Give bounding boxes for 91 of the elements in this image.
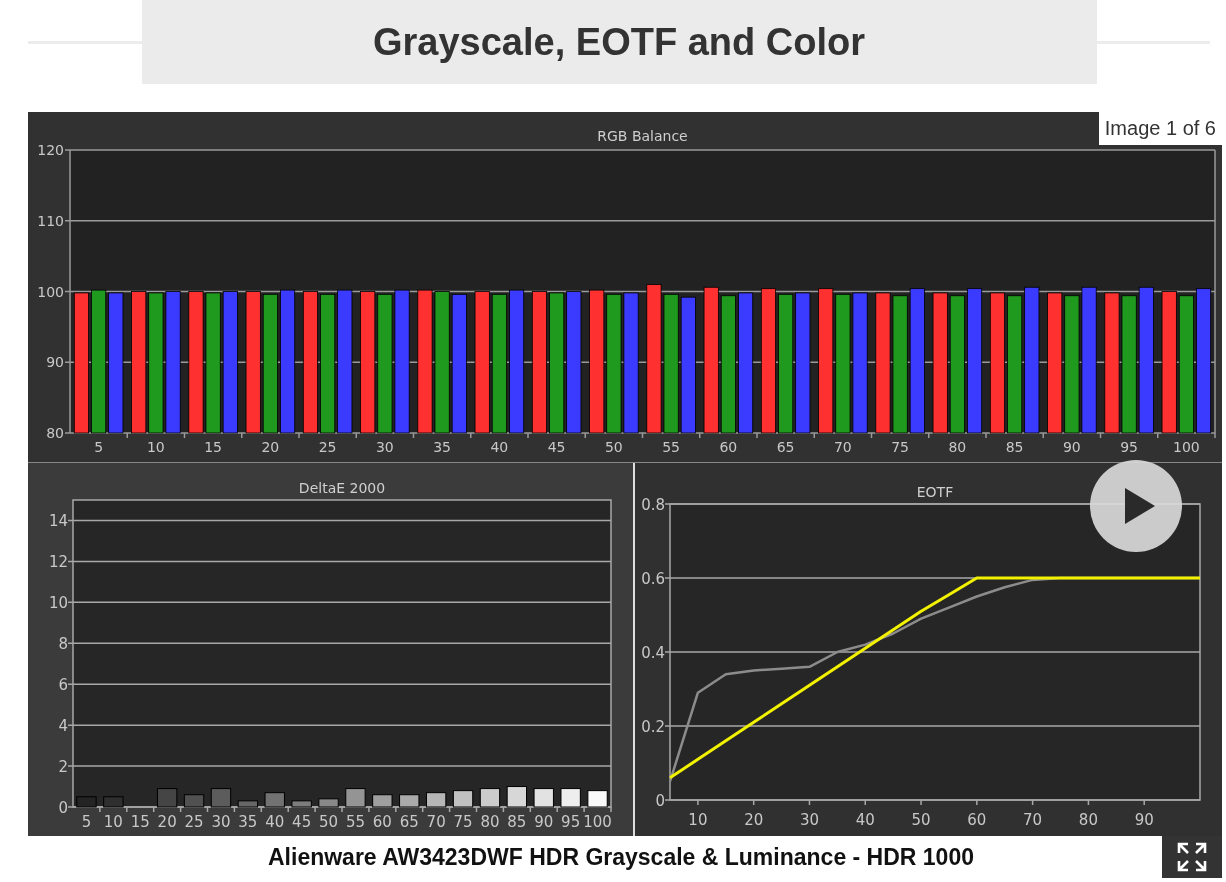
axis-label: 55 — [345, 813, 365, 831]
bar — [345, 788, 366, 808]
bar — [425, 792, 447, 808]
bar — [560, 788, 581, 808]
axis-label: 0 — [58, 799, 68, 817]
bar — [264, 792, 285, 808]
bar — [533, 788, 554, 808]
axis-label: 0.4 — [641, 644, 665, 662]
axis-label: 65 — [399, 813, 419, 831]
axis-label: 45 — [547, 439, 566, 455]
axis-label: 80 — [948, 439, 967, 455]
axis-label: 75 — [891, 439, 910, 455]
bar — [210, 788, 232, 808]
axis-label: 20 — [744, 811, 764, 829]
axis-label: 85 — [507, 813, 527, 831]
axis-label: 25 — [184, 813, 204, 831]
axis-label: 60 — [372, 813, 392, 831]
axis-label: 5 — [81, 813, 92, 831]
axis-label: 70 — [833, 439, 852, 455]
axis-label: 95 — [1120, 439, 1139, 455]
axis-label: 100 — [37, 283, 64, 300]
axis-label: 70 — [426, 813, 446, 831]
axis-label: 50 — [604, 439, 623, 455]
axis-label: 90 — [46, 354, 64, 371]
chart-title: DeltaE 2000 — [298, 480, 386, 496]
axis-label: 70 — [1023, 811, 1043, 829]
axis-label: 50 — [319, 813, 339, 831]
axis-label: 45 — [292, 813, 312, 831]
axis-label: 100 — [583, 813, 612, 831]
axis-label: 30 — [799, 811, 819, 829]
bar — [291, 800, 312, 808]
image-counter: Image 1 of 6 — [1098, 112, 1222, 145]
axis-label: 20 — [261, 439, 280, 455]
axis-label: 0.2 — [641, 718, 665, 736]
bar — [452, 790, 474, 808]
axis-label: 10 — [146, 439, 165, 455]
axis-label: 85 — [1005, 439, 1024, 455]
page-title: Grayscale, EOTF and Color — [141, 0, 1097, 84]
image-caption: Alienware AW3423DWF HDR Grayscale & Luminance - HDR 1000 — [268, 843, 974, 871]
axis-label: 100 — [1173, 439, 1200, 455]
axis-label: 50 — [911, 811, 931, 829]
axis-label: 35 — [238, 813, 258, 831]
axis-label: 12 — [48, 553, 68, 572]
axis-label: 55 — [662, 439, 681, 455]
axis-label: 60 — [719, 439, 738, 455]
axis-label: 75 — [453, 813, 473, 831]
axis-label: 25 — [318, 439, 337, 455]
axis-label: 5 — [94, 439, 104, 455]
axis-label: 0.6 — [641, 570, 665, 588]
axis-label: 120 — [37, 142, 64, 158]
axis-label: 6 — [58, 676, 68, 695]
axis-label: 14 — [48, 512, 68, 531]
axis-label: 40 — [855, 811, 875, 829]
chart-title: EOTF — [916, 484, 954, 500]
axis-label: 8 — [58, 635, 68, 654]
bar — [479, 788, 501, 808]
axis-label: 95 — [561, 813, 581, 831]
axis-label: 30 — [375, 439, 394, 455]
chart-title: RGB Balance — [597, 128, 688, 144]
axis-label: 4 — [58, 717, 68, 736]
axis-label: 2 — [58, 758, 68, 777]
axis-label: 80 — [480, 813, 500, 831]
axis-label: 10 — [103, 813, 123, 831]
axis-label: 40 — [265, 813, 285, 831]
axis-label: 65 — [776, 439, 795, 455]
axis-label: 10 — [48, 594, 68, 613]
axis-label: 40 — [490, 439, 509, 455]
fullscreen-button[interactable] — [1162, 836, 1222, 878]
expand-icon — [1176, 841, 1208, 873]
axis-label: 15 — [204, 439, 223, 455]
axis-label: 0 — [655, 792, 665, 810]
axis-label: 90 — [534, 813, 554, 831]
axis-label: 30 — [211, 813, 231, 831]
bar — [156, 788, 178, 808]
bar — [318, 798, 339, 808]
axis-label: 90 — [1134, 811, 1154, 829]
axis-label: 10 — [688, 811, 708, 829]
axis-label: 90 — [1062, 439, 1081, 455]
bar — [237, 800, 259, 808]
axis-label: 0.8 — [641, 496, 665, 514]
axis-label: 110 — [37, 212, 64, 229]
axis-label: 20 — [157, 813, 177, 831]
axis-label: 80 — [1078, 811, 1098, 829]
bar — [506, 786, 528, 808]
play-button[interactable] — [1089, 459, 1183, 553]
axis-label: 60 — [967, 811, 987, 829]
axis-label: 35 — [433, 439, 452, 455]
bar — [183, 794, 205, 808]
axis-label: 15 — [130, 813, 150, 831]
axis-label: 80 — [46, 425, 64, 441]
bar — [587, 790, 608, 808]
